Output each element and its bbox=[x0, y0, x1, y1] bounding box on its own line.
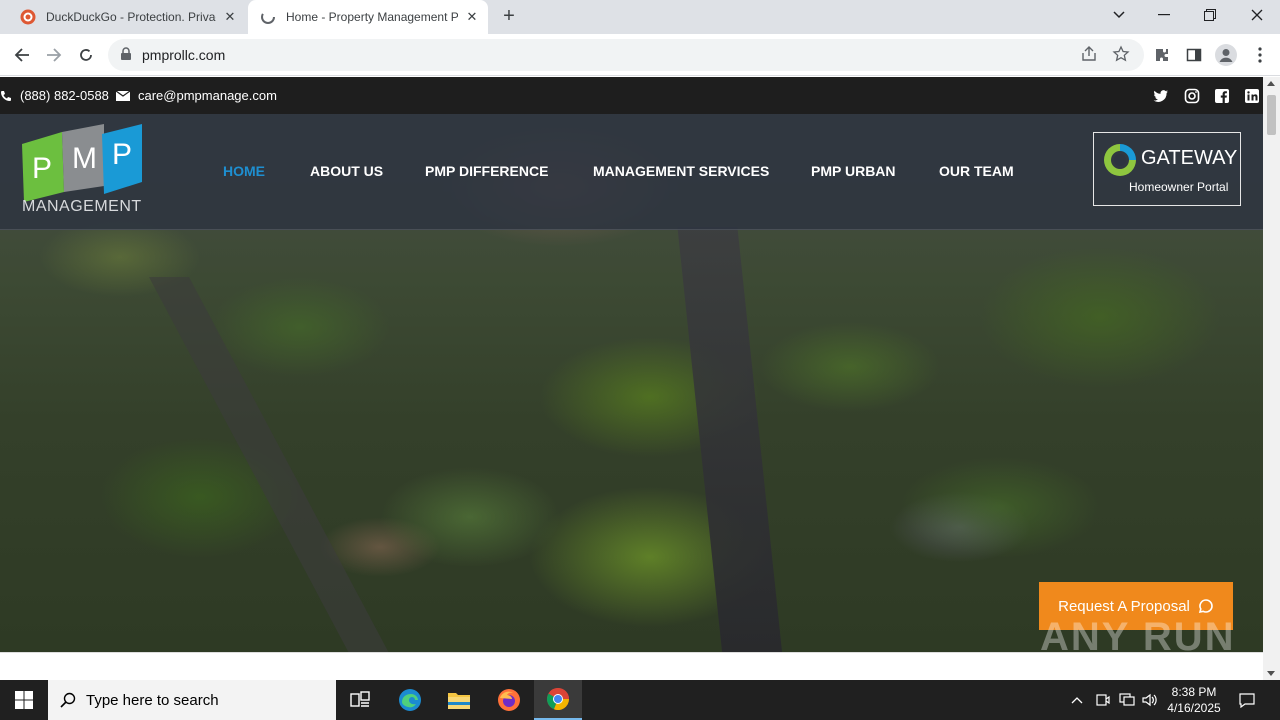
gateway-portal-button[interactable]: GATEWAY Homeowner Portal bbox=[1093, 132, 1241, 206]
logo-letter-p2: P bbox=[112, 138, 132, 171]
envelope-icon bbox=[116, 90, 130, 101]
browser-tab-strip: DuckDuckGo - Protection. Privacy. Peace … bbox=[0, 0, 1280, 34]
volume-icon[interactable] bbox=[1142, 692, 1158, 708]
chat-bubble-icon bbox=[1198, 598, 1214, 614]
logo-letter-p1: P bbox=[32, 152, 52, 185]
tray-overflow-chevron-icon[interactable] bbox=[1071, 692, 1083, 708]
instagram-icon[interactable] bbox=[1184, 88, 1200, 104]
phone-number: (888) 882-0588 bbox=[20, 88, 109, 103]
file-explorer-icon[interactable] bbox=[435, 680, 483, 720]
search-icon bbox=[60, 692, 76, 708]
logo-letter-m: M bbox=[72, 142, 97, 175]
tab-title: Home - Property Management Professionals bbox=[286, 10, 458, 24]
request-proposal-label: Request A Proposal bbox=[1058, 597, 1190, 615]
twitter-icon[interactable] bbox=[1153, 88, 1169, 104]
email-contact[interactable]: care@pmpmanage.com bbox=[116, 88, 277, 103]
linkedin-icon[interactable] bbox=[1244, 88, 1260, 104]
meet-now-icon[interactable] bbox=[1096, 692, 1110, 708]
nav-home[interactable]: HOME bbox=[223, 163, 265, 179]
logo-subtitle: MANAGEMENT bbox=[22, 198, 142, 215]
close-tab-icon[interactable]: ✕ bbox=[464, 9, 480, 25]
scrollbar-thumb[interactable] bbox=[1267, 95, 1276, 135]
share-icon[interactable] bbox=[1080, 45, 1098, 63]
clock-date: 4/16/2025 bbox=[1167, 701, 1221, 715]
browser-toolbar: pmprollc.com bbox=[0, 34, 1280, 76]
gateway-logo-icon bbox=[1104, 144, 1136, 176]
notifications-icon[interactable] bbox=[1239, 692, 1255, 708]
extensions-icon[interactable] bbox=[1150, 43, 1174, 67]
search-placeholder: Type here to search bbox=[86, 691, 219, 709]
nav-pmp-urban[interactable]: PMP URBAN bbox=[811, 163, 896, 179]
network-icon[interactable] bbox=[1119, 692, 1135, 708]
nav-management-services[interactable]: MANAGEMENT SERVICES bbox=[593, 163, 769, 179]
edge-browser-icon[interactable] bbox=[386, 680, 434, 720]
tab-title: DuckDuckGo - Protection. Privacy. Peace … bbox=[46, 10, 216, 24]
tab-duckduckgo[interactable]: DuckDuckGo - Protection. Privacy. Peace … bbox=[8, 0, 246, 34]
forward-button[interactable] bbox=[42, 43, 66, 67]
restore-button[interactable] bbox=[1187, 0, 1233, 30]
close-tab-icon[interactable]: ✕ bbox=[222, 9, 238, 25]
task-view-icon[interactable] bbox=[336, 680, 384, 720]
tab-pmp-home[interactable]: Home - Property Management Professionals… bbox=[248, 0, 488, 34]
bookmark-star-icon[interactable] bbox=[1112, 45, 1130, 63]
chrome-icon[interactable] bbox=[534, 680, 582, 720]
duckduckgo-favicon-icon bbox=[20, 9, 36, 25]
web-page: (888) 882-0588 care@pmpmanage.com P M P … bbox=[0, 77, 1263, 680]
gateway-title: GATEWAY bbox=[1141, 147, 1238, 169]
nav-our-team[interactable]: OUR TEAM bbox=[939, 163, 1014, 179]
tab-search-chevron-icon[interactable] bbox=[1096, 0, 1142, 30]
system-clock[interactable]: 8:38 PM 4/16/2025 bbox=[1160, 684, 1228, 716]
gateway-subtitle: Homeowner Portal bbox=[1129, 180, 1229, 194]
windows-logo-icon bbox=[15, 691, 33, 709]
url-text: pmprollc.com bbox=[142, 47, 226, 63]
new-tab-button[interactable]: + bbox=[498, 6, 520, 28]
contact-topbar: (888) 882-0588 care@pmpmanage.com bbox=[0, 77, 1263, 114]
clock-time: 8:38 PM bbox=[1171, 685, 1217, 699]
taskbar-search-box[interactable]: Type here to search bbox=[48, 680, 336, 720]
hero-road-left bbox=[148, 277, 392, 657]
lock-icon bbox=[121, 47, 131, 60]
site-header: P M P MANAGEMENT HOME ABOUT US PMP DIFFE… bbox=[0, 114, 1263, 230]
phone-icon bbox=[0, 90, 12, 102]
loading-favicon-icon bbox=[261, 10, 275, 24]
back-button[interactable] bbox=[10, 43, 34, 67]
windows-taskbar: Type here to search 8:38 PM 4/16/2025 bbox=[0, 680, 1280, 720]
email-address: care@pmpmanage.com bbox=[138, 88, 277, 103]
facebook-icon[interactable] bbox=[1214, 88, 1230, 104]
start-button[interactable] bbox=[0, 680, 48, 720]
minimize-button[interactable] bbox=[1141, 0, 1187, 30]
stop-loading-icon[interactable] bbox=[74, 43, 98, 67]
nav-about-us[interactable]: ABOUT US bbox=[310, 163, 383, 179]
hero-road-center bbox=[677, 227, 783, 657]
scroll-up-arrow-icon[interactable] bbox=[1267, 81, 1275, 86]
side-panel-icon[interactable] bbox=[1182, 43, 1206, 67]
chrome-menu-icon[interactable] bbox=[1248, 43, 1272, 67]
address-bar[interactable]: pmprollc.com bbox=[108, 39, 1144, 71]
phone-contact[interactable]: (888) 882-0588 bbox=[0, 88, 109, 103]
nav-pmp-difference[interactable]: PMP DIFFERENCE bbox=[425, 163, 548, 179]
profile-avatar-icon[interactable] bbox=[1214, 43, 1238, 67]
scroll-down-arrow-icon[interactable] bbox=[1267, 671, 1275, 676]
close-window-button[interactable] bbox=[1234, 0, 1280, 30]
page-scrollbar[interactable] bbox=[1263, 77, 1280, 680]
firefox-icon[interactable] bbox=[485, 680, 533, 720]
content-card-top bbox=[0, 652, 1263, 680]
